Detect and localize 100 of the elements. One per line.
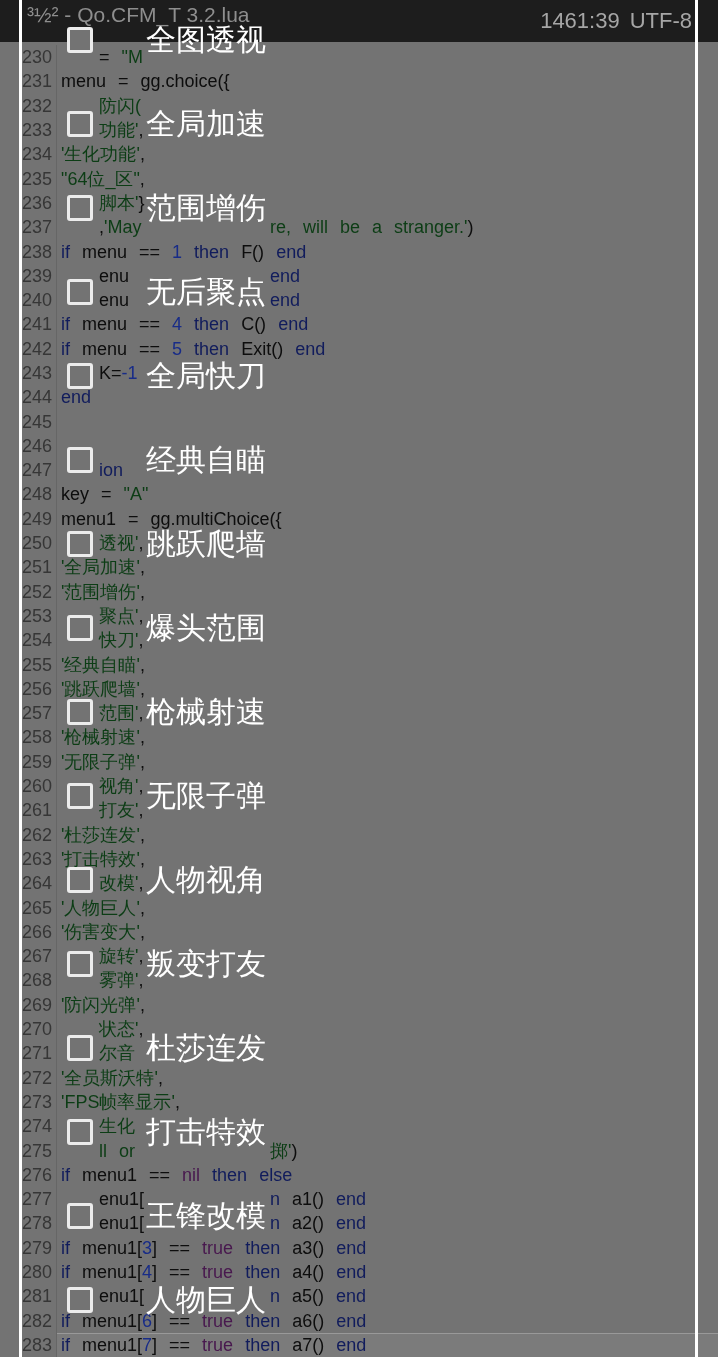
code-fragment: 脚本'} <box>99 193 145 212</box>
line-number: 247 <box>21 461 52 480</box>
line-number: 243 <box>21 364 52 382</box>
line-number: 264 <box>21 874 52 893</box>
checkbox[interactable] <box>67 951 93 977</box>
checkbox[interactable] <box>67 27 93 53</box>
code-fragment: ll or <box>99 1141 135 1160</box>
code-fragment: 透视', <box>99 534 144 553</box>
code-fragment: n a2() end <box>270 1214 367 1233</box>
code-line: if menu1[4] == true then a4() end <box>61 1263 367 1281</box>
line-number: 253 <box>21 606 52 625</box>
line-number: 260 <box>21 777 52 796</box>
option-label: 经典自瞄 <box>146 445 266 475</box>
line-number: 283 <box>21 1335 52 1354</box>
line-number: 232 <box>21 96 52 115</box>
line-number: 277 <box>21 1190 52 1209</box>
line-number: 251 <box>21 558 52 577</box>
line-number: 278 <box>21 1214 52 1233</box>
code-line: '经典自瞄', <box>61 655 145 674</box>
checkbox[interactable] <box>67 1203 93 1229</box>
checkbox[interactable] <box>67 363 93 389</box>
option-label: 爆头范围 <box>146 613 266 643</box>
checkbox[interactable] <box>67 195 93 221</box>
code-line: end <box>61 388 92 407</box>
line-number: 246 <box>21 436 52 455</box>
code-line: if menu == 5 then Exit() end <box>61 339 326 358</box>
code-fragment: 改模', <box>99 874 144 893</box>
line-number: 236 <box>21 193 52 212</box>
code-line: if menu1[3] == true then a3() end <box>61 1238 367 1257</box>
line-number: 279 <box>21 1238 52 1257</box>
code-fragment: enu1[ <box>99 1190 145 1209</box>
code-fragment: 旋转', <box>99 947 144 966</box>
code-line: '枪械射速', <box>61 728 145 747</box>
code-line: key = "A" <box>61 485 149 504</box>
line-number: 245 <box>21 412 52 431</box>
line-number: 235 <box>21 169 52 188</box>
code-line: '杜莎连发', <box>61 825 145 844</box>
checkbox[interactable] <box>67 111 93 137</box>
line-number: 255 <box>21 655 52 674</box>
code-line: "64位_区", <box>61 169 145 188</box>
code-fragment: ,'May <box>99 218 142 237</box>
code-fragment: enu <box>99 291 130 310</box>
checkbox[interactable] <box>67 1119 93 1145</box>
code-line: '防闪光弹', <box>61 995 145 1014</box>
line-number: 231 <box>21 72 52 91</box>
code-fragment: n a1() end <box>270 1190 367 1209</box>
code-fragment: 打友', <box>99 801 144 820</box>
line-number: 262 <box>21 825 52 844</box>
code-line: menu = gg.choice({ <box>61 72 230 91</box>
line-number: 272 <box>21 1068 52 1087</box>
code-line: '伤害变大', <box>61 922 145 941</box>
checkbox[interactable] <box>67 699 93 725</box>
code-fragment: end <box>270 266 301 285</box>
line-number: 240 <box>21 291 52 310</box>
code-line: if menu == 4 then C() end <box>61 315 309 334</box>
code-line: '跳跃爬墙', <box>61 679 145 698</box>
option-label: 人物视角 <box>146 865 266 895</box>
code-line: '全员斯沃特', <box>61 1068 163 1087</box>
line-number: 274 <box>21 1117 52 1136</box>
checkbox[interactable] <box>67 615 93 641</box>
checkbox[interactable] <box>67 783 93 809</box>
line-number: 239 <box>21 266 52 285</box>
code-fragment: 生化 <box>99 1117 135 1136</box>
code-fragment: 范围', <box>99 704 144 723</box>
code-fragment: end <box>270 291 301 310</box>
code-fragment: 快刀', <box>99 631 144 650</box>
option-label: 无后聚点 <box>146 277 266 307</box>
line-number: 281 <box>21 1287 52 1306</box>
encoding-label: UTF-8 <box>629 10 692 32</box>
line-number: 269 <box>21 995 52 1014</box>
code-line: '人物巨人', <box>61 898 145 917</box>
line-number: 258 <box>21 728 52 747</box>
code-fragment: 功能', <box>99 121 144 140</box>
line-number: 275 <box>21 1141 52 1160</box>
checkbox[interactable] <box>67 1287 93 1313</box>
code-fragment: re, will be a stranger.') <box>270 218 474 237</box>
checkbox[interactable] <box>67 531 93 557</box>
checkbox[interactable] <box>67 1035 93 1061</box>
line-number: 242 <box>21 339 52 358</box>
file-title: ³½² - Qo.CFM_T 3.2.lua <box>27 4 250 25</box>
cursor-position: 1461:39 <box>540 10 620 32</box>
code-line: if menu == 1 then F() end <box>61 242 307 261</box>
option-label: 范围增伤 <box>146 193 266 223</box>
line-number: 252 <box>21 582 52 601</box>
line-number: 268 <box>21 971 52 990</box>
checkbox[interactable] <box>67 867 93 893</box>
code-fragment: 尔音 <box>99 1044 135 1063</box>
code-fragment: enu1[ <box>99 1214 145 1233</box>
line-number: 230 <box>21 48 52 67</box>
option-label: 叛变打友 <box>146 949 266 979</box>
checkbox[interactable] <box>67 447 93 473</box>
code-line: '生化功能', <box>61 145 145 164</box>
option-label: 杜莎连发 <box>146 1033 266 1063</box>
code-line: '无限子弹', <box>61 752 145 771</box>
line-number: 254 <box>21 631 52 650</box>
line-number: 241 <box>21 315 52 334</box>
checkbox[interactable] <box>67 279 93 305</box>
line-number: 257 <box>21 704 52 723</box>
option-label: 跳跃爬墙 <box>146 529 266 559</box>
code-fragment: 聚点', <box>99 606 144 625</box>
